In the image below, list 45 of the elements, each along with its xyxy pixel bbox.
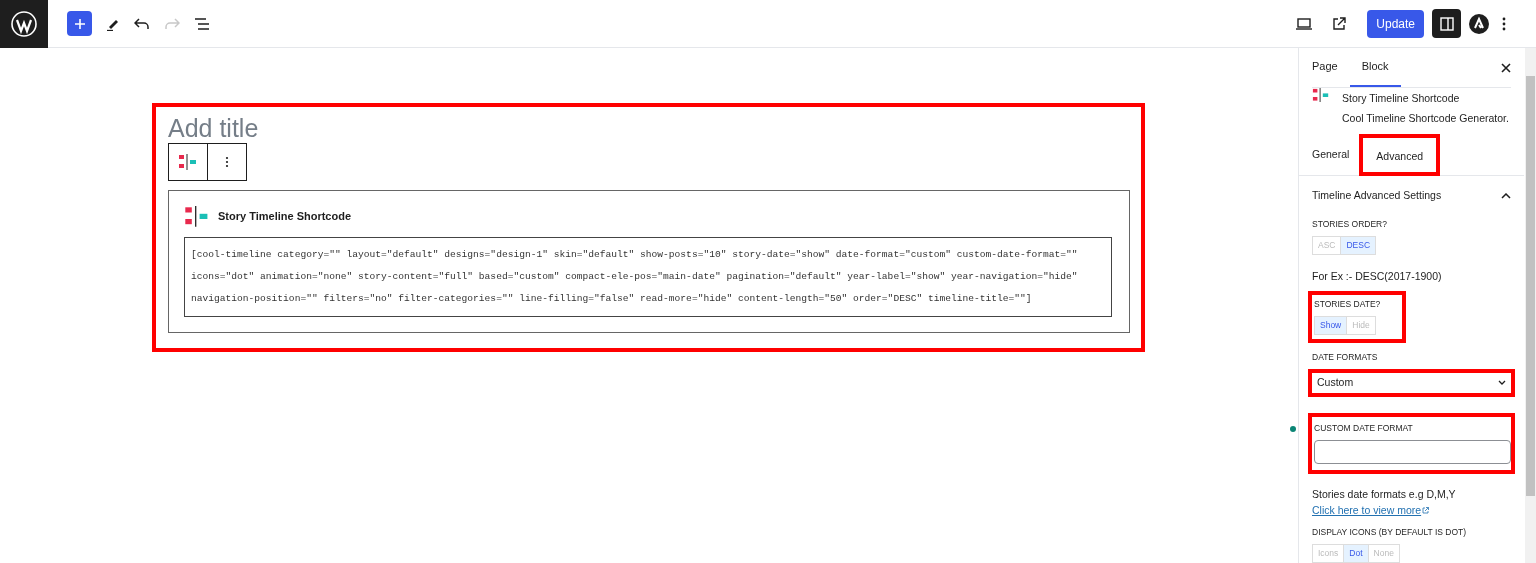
shortcode-line: [cool-timeline category="" layout="default" designs="design-1" skin="default" show-posts="10" story-date="show" date-format="custom" custom-date-format="" xyxy=(191,247,1078,262)
close-icon[interactable] xyxy=(1501,63,1512,73)
update-button[interactable]: Update xyxy=(1367,9,1424,38)
chevron-down-icon xyxy=(1498,380,1507,386)
shortcode-block[interactable] xyxy=(168,190,1130,333)
date-format-select[interactable]: Custom xyxy=(1312,372,1512,393)
external-link-icon xyxy=(1422,507,1430,515)
help-text: For Ex :- DESC(2017-1900) xyxy=(1312,269,1442,284)
timeline-icon xyxy=(1312,88,1330,103)
settings-tab[interactable]: General xyxy=(1312,137,1350,172)
field-label: DISPLAY ICONS (BY DEFAULT IS DOT) xyxy=(1312,525,1467,538)
more-options-icon[interactable] xyxy=(1502,16,1506,31)
panel-title[interactable]: Timeline Advanced Settings xyxy=(1312,188,1442,204)
timeline-icon xyxy=(178,154,198,170)
view-more-link[interactable]: Click here to view more xyxy=(1312,503,1422,516)
toggle-option[interactable]: DESC xyxy=(1341,236,1377,255)
external-link-icon[interactable] xyxy=(1332,16,1347,31)
sidebar-icon xyxy=(1439,16,1454,31)
timeline-icon xyxy=(184,206,210,227)
field-label: STORIES DATE? xyxy=(1314,297,1381,310)
list-view-icon[interactable] xyxy=(194,17,210,30)
wordpress-logo[interactable] xyxy=(0,0,48,48)
more-options-icon xyxy=(225,156,229,168)
title-placeholder[interactable]: Add title xyxy=(168,115,259,141)
field-label: STORIES ORDER? xyxy=(1312,218,1387,230)
sidebar-tab[interactable]: Block xyxy=(1349,47,1401,87)
field-label: CUSTOM DATE FORMAT xyxy=(1314,421,1413,434)
plus-icon xyxy=(73,17,86,30)
toggle-option[interactable]: Show xyxy=(1314,315,1348,335)
help-text: Stories date formats e.g D,M,Y Click here to view more xyxy=(1312,486,1457,518)
chevron-icon[interactable] xyxy=(1501,193,1512,199)
undo-icon[interactable] xyxy=(134,17,150,30)
plugin-logo-icon[interactable] xyxy=(1469,13,1489,34)
block-title: Story Timeline Shortcode xyxy=(218,209,352,225)
text-field[interactable] xyxy=(1314,439,1512,464)
field-label: DATE FORMATS xyxy=(1312,350,1378,363)
add-block-button[interactable] xyxy=(67,11,92,36)
desktop-preview-icon[interactable] xyxy=(1296,17,1313,30)
shortcode-line: navigation-position="" filters="no" filter-categories="" line-filling="false" read-more="hide" content-length="50" order="DESC" timeline-title=""] xyxy=(191,291,1032,306)
toggle-option[interactable]: Dot xyxy=(1344,543,1369,563)
sidebar-toggle-button[interactable] xyxy=(1432,9,1461,38)
block-card-title: Story Timeline Shortcode xyxy=(1342,91,1461,106)
block-card-description: Cool Timeline Shortcode Generator. xyxy=(1342,111,1509,126)
sidebar-tab[interactable]: Page xyxy=(1312,47,1350,87)
shortcode-line: icons="dot" animation="none" story-content="full" based="custom" compact-ele-pos="main-date" pagination="default" year-label="show" year-navigation="hide" xyxy=(191,269,1078,284)
